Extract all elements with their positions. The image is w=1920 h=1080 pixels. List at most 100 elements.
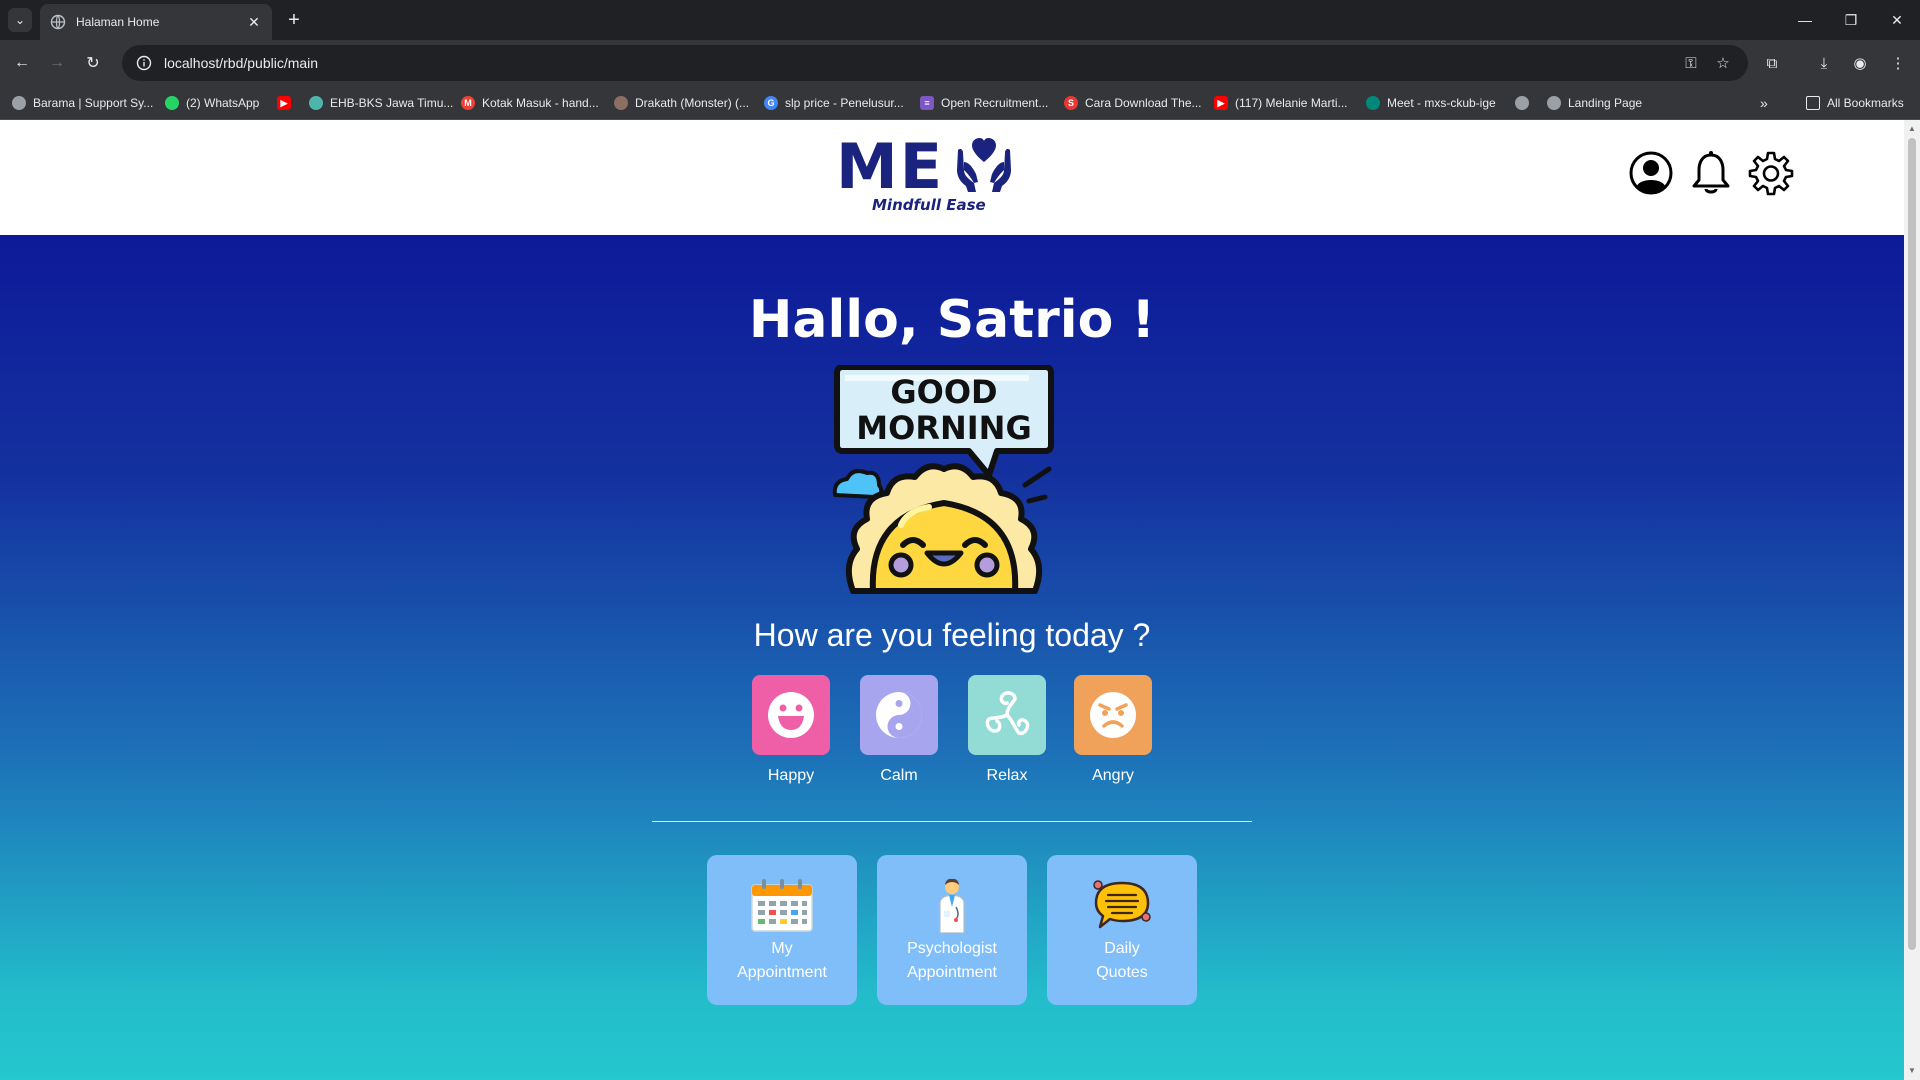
address-bar[interactable]: localhost/rbd/public/main ⚿ ☆ [122, 45, 1748, 81]
bookmark-label: (2) WhatsApp [186, 96, 260, 110]
user-icon[interactable] [1628, 150, 1674, 196]
site-icon: S [1064, 96, 1078, 110]
more-menu-icon[interactable]: ⋮ [1886, 51, 1910, 75]
bookmark-label: slp price - Penelusur... [785, 96, 904, 110]
bookmark-item[interactable]: Drakath (Monster) (... [614, 93, 749, 113]
mood-angry-button[interactable]: Angry [1074, 675, 1152, 785]
bookmarks-bar: Barama | Support Sy... (2) WhatsApp ▶ EH… [0, 86, 1920, 120]
mood-tile[interactable] [968, 675, 1046, 755]
bookmark-label: (117) Melanie Marti... [1235, 96, 1348, 110]
forms-icon: ≡ [920, 96, 934, 110]
scrollbar-thumb[interactable] [1908, 138, 1916, 950]
page-scrollbar[interactable]: ▲ ▼ [1904, 120, 1920, 1080]
illustration-text-line2: MORNING [856, 409, 1031, 447]
triskelion-icon [985, 691, 1030, 736]
mood-label: Calm [880, 767, 918, 784]
bookmark-star-icon[interactable]: ☆ [1712, 52, 1734, 74]
meet-icon [1366, 96, 1380, 110]
heart-hands-icon [957, 138, 1011, 192]
bookmark-label: Kotak Masuk - hand... [482, 96, 599, 110]
mood-happy-button[interactable]: Happy [752, 675, 830, 785]
bookmark-item[interactable]: (2) WhatsApp [165, 93, 259, 113]
logo-text: ME [836, 130, 945, 203]
angry-face-icon [1090, 692, 1136, 738]
card-label-line1: Psychologist [907, 940, 997, 957]
window-close-icon[interactable]: ✕ [1874, 0, 1920, 40]
mood-label: Relax [986, 767, 1028, 784]
feeling-question: How are you feeling today ? [753, 617, 1151, 653]
folder-icon [1806, 96, 1820, 110]
main-section: Hallo, Satrio ! GOOD MORNING How are you… [0, 235, 1904, 1080]
tab-title: Halaman Home [76, 15, 160, 29]
globe-icon [1547, 96, 1561, 110]
bell-icon[interactable] [1688, 150, 1734, 196]
brand-logo[interactable]: ME Mindfull Ease [836, 134, 1014, 220]
mood-tile[interactable] [752, 675, 830, 755]
speech-bubble-icon [1093, 880, 1151, 929]
globe-icon [12, 96, 26, 110]
globe-icon [1515, 96, 1529, 110]
browser-toolbar: ← → ↻ localhost/rbd/public/main ⚿ ☆ ⧉ ⤓ … [0, 40, 1920, 86]
browser-tab[interactable]: Halaman Home ✕ [40, 4, 272, 40]
back-arrow-icon[interactable]: ← [10, 51, 34, 75]
forward-arrow-icon[interactable]: → [45, 51, 69, 75]
tab-search-button[interactable]: ⌄ [8, 8, 32, 32]
daily-quotes-card[interactable]: Daily Quotes [1047, 855, 1197, 1005]
google-icon: G [764, 96, 778, 110]
mood-calm-button[interactable]: Calm [860, 675, 938, 785]
doctor-icon [939, 878, 965, 933]
section-divider [652, 821, 1252, 822]
scroll-down-icon[interactable]: ▼ [1907, 1066, 1917, 1076]
bookmark-label: EHB-BKS Jawa Timu... [330, 96, 454, 110]
card-label-line2: Quotes [1096, 964, 1148, 981]
reload-icon[interactable]: ↻ [81, 51, 105, 75]
site-info-icon[interactable] [136, 55, 152, 71]
bookmark-item[interactable]: M Kotak Masuk - hand... [461, 93, 599, 113]
bookmark-item[interactable]: Barama | Support Sy... [12, 93, 153, 113]
bookmark-label: Landing Page [1568, 96, 1643, 110]
bookmark-item[interactable]: EHB-BKS Jawa Timu... [309, 93, 453, 113]
restore-icon[interactable]: ❐ [1828, 0, 1874, 40]
download-icon[interactable]: ⤓ [1812, 51, 1836, 75]
greeting-title: Hallo, Satrio ! [748, 290, 1156, 350]
url-text: localhost/rbd/public/main [164, 55, 319, 71]
logo-tagline: Mindfull Ease [872, 196, 986, 214]
minimize-icon[interactable]: — [1782, 0, 1828, 40]
new-tab-button[interactable]: + [282, 8, 306, 32]
bookmark-item[interactable]: ▶ [277, 93, 298, 113]
site-icon [309, 96, 323, 110]
whatsapp-icon [165, 96, 179, 110]
bookmarks-overflow-button[interactable]: » [1760, 93, 1768, 113]
smile-icon [768, 692, 814, 738]
yin-yang-icon [876, 692, 922, 738]
bookmark-item[interactable]: S Cara Download The... [1064, 93, 1202, 113]
bookmark-item[interactable]: Meet - mxs-ckub-ige [1366, 93, 1496, 113]
close-icon[interactable]: ✕ [246, 14, 262, 31]
bookmark-item[interactable]: Landing Page [1547, 93, 1642, 113]
all-bookmarks-button[interactable]: All Bookmarks [1806, 93, 1904, 113]
extensions-icon[interactable]: ⧉ [1760, 51, 1784, 75]
mood-label: Angry [1092, 767, 1134, 784]
calendar-icon [751, 879, 813, 932]
bookmark-item[interactable]: ≡ Open Recruitment... [920, 93, 1048, 113]
mood-label: Happy [767, 767, 815, 784]
gmail-icon: M [461, 96, 475, 110]
my-appointment-card[interactable]: My Appointment [707, 855, 857, 1005]
site-header: ME Mindfull Ease [0, 120, 1904, 235]
bookmark-label: Barama | Support Sy... [33, 96, 154, 110]
all-bookmarks-label: All Bookmarks [1827, 96, 1904, 110]
mood-tile[interactable] [1074, 675, 1152, 755]
bookmark-item[interactable] [1515, 93, 1536, 113]
bookmark-item[interactable]: Gslp price - Penelusur... [764, 93, 904, 113]
password-key-icon[interactable]: ⚿ [1680, 52, 1702, 74]
mood-tile[interactable] [860, 675, 938, 755]
profile-avatar-icon[interactable]: ◉ [1848, 51, 1872, 75]
mood-relax-button[interactable]: Relax [968, 675, 1046, 785]
card-label-line2: Appointment [907, 964, 997, 981]
globe-icon [50, 14, 66, 30]
bookmark-item[interactable]: ▶ (117) Melanie Marti... [1214, 93, 1347, 113]
gear-icon[interactable] [1748, 150, 1794, 196]
psychologist-appointment-card[interactable]: Psychologist Appointment [877, 855, 1027, 1005]
card-label-line2: Appointment [737, 964, 827, 981]
scroll-up-icon[interactable]: ▲ [1907, 124, 1917, 134]
